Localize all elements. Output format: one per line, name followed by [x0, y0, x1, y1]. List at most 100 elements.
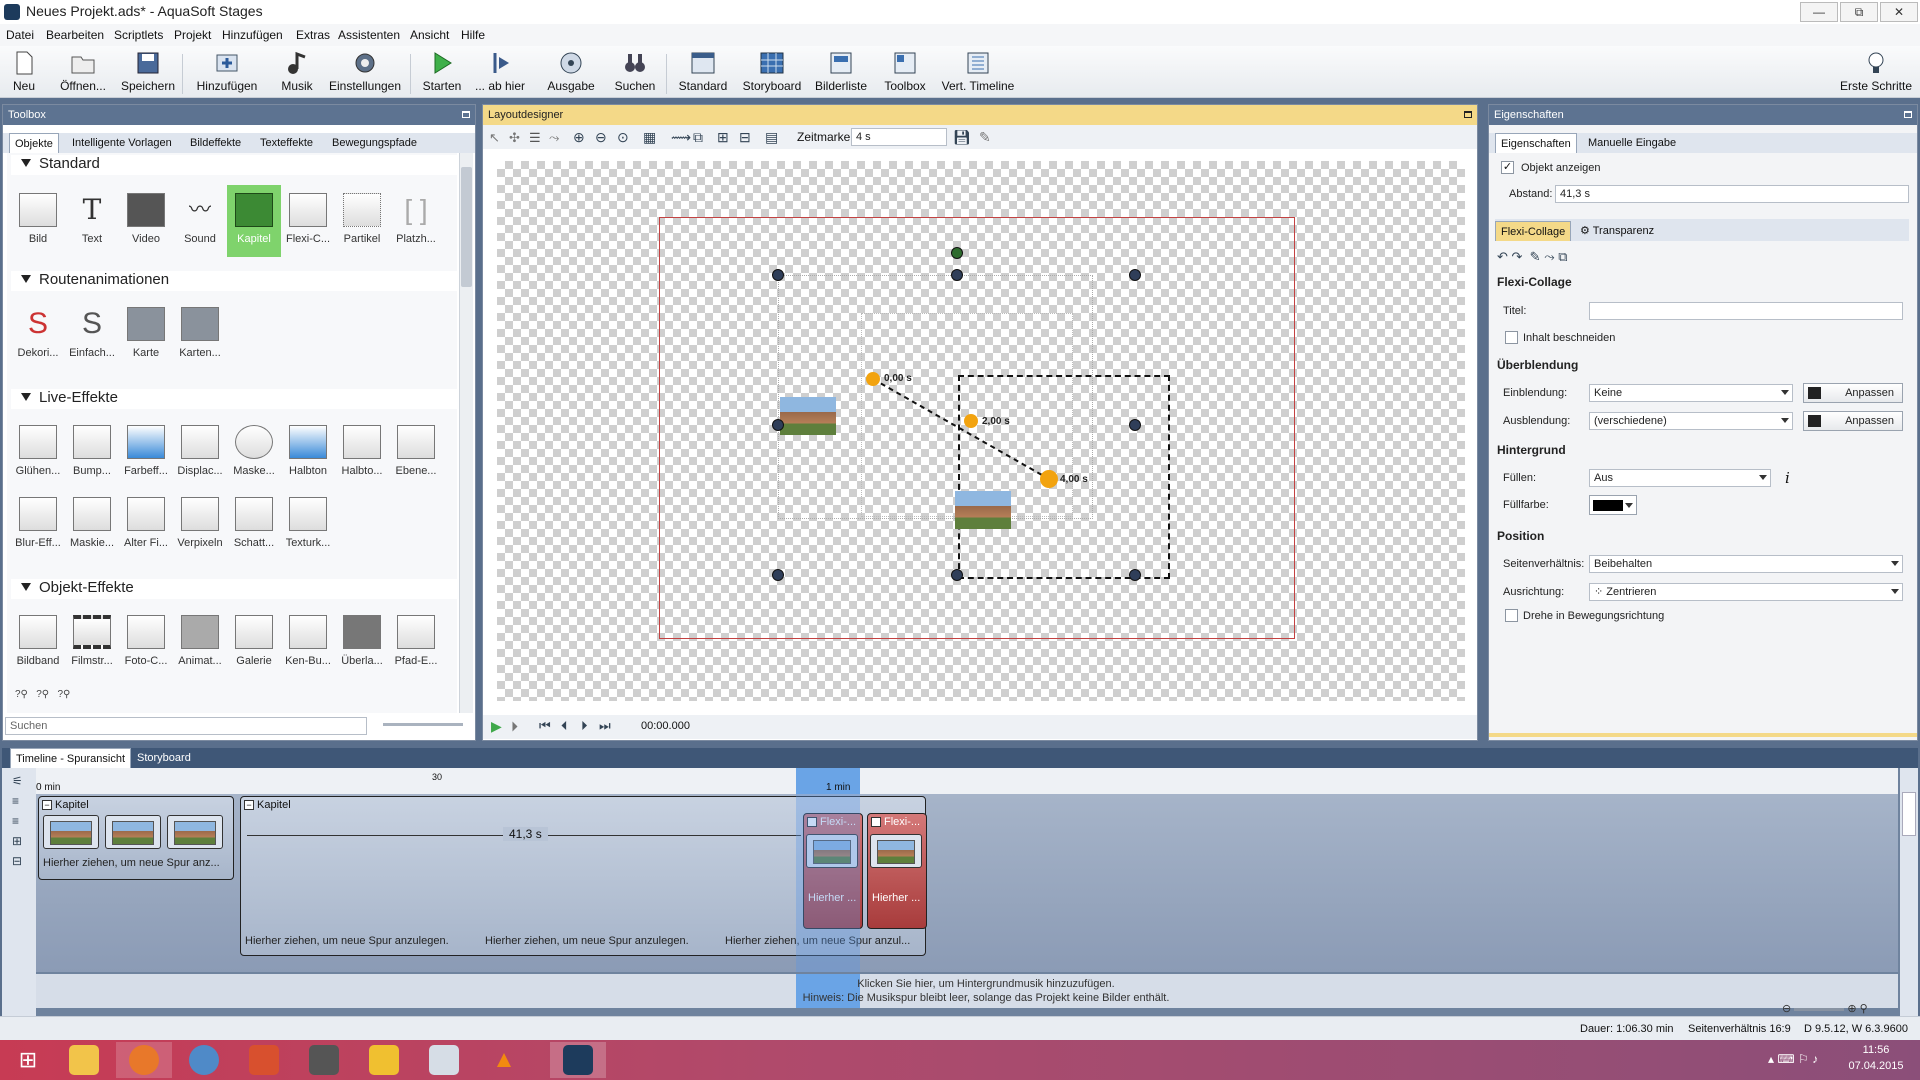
first-steps-button[interactable]: Erste Schritte: [1836, 50, 1916, 96]
photo-object-end[interactable]: [955, 491, 1011, 529]
taskbar-app-4[interactable]: [236, 1042, 292, 1078]
timeline-thumb[interactable]: [870, 834, 922, 868]
view-vert-timeline-button[interactable]: Vert. Timeline: [940, 50, 1016, 96]
item-bild[interactable]: Bild: [11, 185, 65, 257]
play-from-here-button[interactable]: ... ab hier: [474, 50, 526, 96]
ausblendung-anpassen-button[interactable]: Anpassen: [1803, 411, 1903, 431]
collapse-icon[interactable]: ⊟: [12, 854, 26, 868]
menu-ansicht[interactable]: Ansicht: [410, 28, 449, 42]
add-button[interactable]: Hinzufügen: [192, 50, 262, 96]
track-list-icon[interactable]: ≡: [12, 794, 26, 808]
copy-motion-icon[interactable]: ⧉: [693, 129, 703, 146]
pen-icon[interactable]: ✎: [1530, 249, 1541, 264]
section-objekt-effekte[interactable]: Objekt-Effekte: [11, 579, 457, 599]
tab-intelligente-vorlagen[interactable]: Intelligente Vorlagen: [67, 133, 177, 153]
save-keyframe-icon[interactable]: 💾︎: [953, 129, 971, 146]
tab-objekte[interactable]: Objekte: [9, 133, 59, 153]
music-button[interactable]: Musik: [278, 50, 316, 96]
item-ueberlagerung[interactable]: Überla...: [335, 607, 389, 679]
section-routenanimationen[interactable]: Routenanimationen: [11, 271, 457, 291]
timeline-thumb[interactable]: [167, 815, 223, 849]
item-ebene[interactable]: Ebene...: [389, 417, 443, 489]
item-blur-effekt[interactable]: Blur-Eff...: [11, 489, 65, 561]
new-button[interactable]: Neu: [6, 50, 42, 96]
item-karten-route[interactable]: Karten...: [173, 299, 227, 371]
fuellfarbe-picker[interactable]: [1589, 495, 1637, 515]
item-platzhalter[interactable]: [ ] Platzh...: [389, 185, 443, 257]
magic-icon[interactable]: ✎: [979, 129, 991, 146]
drehe-checkbox[interactable]: [1505, 609, 1518, 622]
resize-handle[interactable]: [951, 569, 963, 581]
step-forward-icon[interactable]: ⏵: [581, 718, 588, 734]
tab-storyboard[interactable]: Storyboard: [132, 748, 196, 768]
skip-start-icon[interactable]: ⏮: [539, 718, 551, 734]
zoom-in-icon[interactable]: ⊕: [1847, 1003, 1856, 1015]
motion-tool-icon[interactable]: ✣: [509, 130, 520, 146]
expand-icon[interactable]: ⊞: [12, 834, 26, 848]
add-keyframe-icon[interactable]: ⊞: [717, 129, 729, 146]
start-button[interactable]: ⊞: [0, 1042, 56, 1078]
path-icon[interactable]: ⤳: [1544, 249, 1554, 264]
resize-handle[interactable]: [772, 419, 784, 431]
item-pfad-effekt[interactable]: Pfad-E...: [389, 607, 443, 679]
item-animation[interactable]: Animat...: [173, 607, 227, 679]
toolbox-search-input[interactable]: Suchen: [5, 717, 367, 735]
tray-icons[interactable]: ▴ ⌨ ⚐ ♪: [1768, 1052, 1818, 1066]
settings-button[interactable]: Einstellungen: [328, 50, 402, 96]
keyframe-4[interactable]: [1042, 472, 1056, 486]
tab-transparenz[interactable]: ⚙︎ Transparenz: [1575, 221, 1659, 241]
zoom-search-icon[interactable]: ⚲: [1860, 1003, 1868, 1015]
item-dekorierte-route[interactable]: S Dekori...: [11, 299, 65, 371]
zoom-out-icon[interactable]: ⊖: [1782, 1003, 1791, 1015]
minimize-button[interactable]: —: [1800, 2, 1838, 22]
section-standard[interactable]: Standard: [11, 155, 457, 175]
panel-pin-icon[interactable]: [1464, 111, 1472, 118]
einblendung-anpassen-button[interactable]: Anpassen: [1803, 383, 1903, 403]
resize-handle[interactable]: [772, 569, 784, 581]
photo-object-start[interactable]: [780, 397, 836, 435]
ruler-icon[interactable]: ⚟: [12, 774, 26, 788]
seitenverhaeltnis-select[interactable]: Beibehalten: [1589, 555, 1903, 573]
item-filmstreifen[interactable]: Filmstr...: [65, 607, 119, 679]
tab-texteffekte[interactable]: Texteffekte: [255, 133, 318, 153]
timeline-zoom-slider[interactable]: [1794, 1007, 1845, 1011]
item-halbton-2[interactable]: Halbto...: [335, 417, 389, 489]
taskbar-app-5[interactable]: [296, 1042, 352, 1078]
start-button[interactable]: Starten: [420, 50, 464, 96]
menu-bearbeiten[interactable]: Bearbeiten: [46, 28, 104, 42]
taskbar-explorer[interactable]: [56, 1042, 112, 1078]
menu-hilfe[interactable]: Hilfe: [461, 28, 485, 42]
rotate-handle[interactable]: [951, 247, 963, 259]
item-gluehen[interactable]: Glühen...: [11, 417, 65, 489]
save-button[interactable]: Speichern: [120, 50, 176, 96]
item-sound[interactable]: 〰 Sound: [173, 185, 227, 257]
tab-bildeffekte[interactable]: Bildeffekte: [185, 133, 246, 153]
layout-canvas[interactable]: 0,00 s 2,00 s 4,00 s: [497, 161, 1465, 701]
item-text[interactable]: T Text: [65, 185, 119, 257]
remove-keyframe-icon[interactable]: ⊟: [739, 129, 751, 146]
objekt-anzeigen-checkbox[interactable]: ✓: [1501, 161, 1514, 174]
flexi-collage-clip-2[interactable]: − Flexi-... Hierher ...: [867, 813, 927, 929]
menu-assistenten[interactable]: Assistenten: [338, 28, 400, 42]
titel-input[interactable]: [1589, 302, 1903, 320]
info-icon[interactable]: i: [1785, 469, 1790, 487]
abstand-input[interactable]: 41,3 s: [1555, 185, 1909, 203]
tab-manuelle-eingabe[interactable]: Manuelle Eingabe: [1583, 133, 1681, 153]
path-tool-icon[interactable]: ⤳: [549, 130, 559, 146]
keyframe-2[interactable]: [964, 414, 978, 428]
zoom-in-icon[interactable]: ⊕: [573, 129, 585, 146]
taskbar-firefox[interactable]: [116, 1042, 172, 1078]
view-standard-button[interactable]: Standard: [676, 50, 730, 96]
item-kapitel[interactable]: Kapitel: [227, 185, 281, 257]
align-icon[interactable]: ☰: [529, 130, 541, 146]
item-bump[interactable]: Bump...: [65, 417, 119, 489]
item-displacement[interactable]: Displac...: [173, 417, 227, 489]
tab-eigenschaften[interactable]: Eigenschaften: [1495, 133, 1577, 153]
panel-pin-icon[interactable]: [1904, 111, 1912, 118]
item-karte[interactable]: Karte: [119, 299, 173, 371]
taskbar-app-6[interactable]: [356, 1042, 412, 1078]
menu-extras[interactable]: Extras: [296, 28, 330, 42]
search-button[interactable]: Suchen: [612, 50, 658, 96]
ausblendung-select[interactable]: (verschiedene): [1589, 412, 1793, 430]
scrollbar-thumb[interactable]: [461, 167, 472, 287]
